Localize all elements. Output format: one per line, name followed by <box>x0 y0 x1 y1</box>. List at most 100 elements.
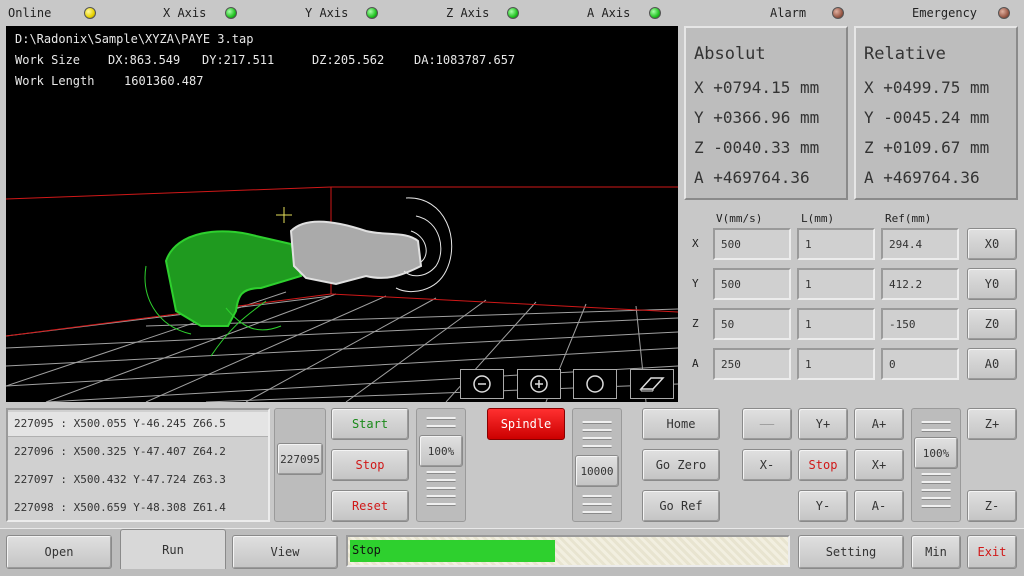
z-velocity-field[interactable]: 50 <box>713 308 791 340</box>
exit-button[interactable]: Exit <box>967 535 1017 569</box>
slider-tick <box>921 473 951 476</box>
progress-status-text: Stop <box>352 543 381 557</box>
jog-a-minus-button[interactable]: A- <box>854 490 904 522</box>
a-ref-field[interactable]: 0 <box>881 348 959 380</box>
y-axis-label: Y Axis <box>305 6 349 20</box>
start-button[interactable]: Start <box>331 408 409 440</box>
slider-tick <box>921 497 951 500</box>
zoom-in-button[interactable] <box>517 369 561 399</box>
jog-y-minus-button[interactable]: Y- <box>798 490 848 522</box>
velocity-header: V(mm/s) <box>716 212 763 225</box>
relative-a: A +469764.36 <box>864 168 980 187</box>
jog-x-minus-button[interactable]: X- <box>742 449 792 481</box>
jog-x-plus-button[interactable]: X+ <box>854 449 904 481</box>
jog-y-plus-button[interactable]: Y+ <box>798 408 848 440</box>
line-number-slider[interactable]: 227095 <box>274 408 326 522</box>
row-label-a: A <box>692 357 699 370</box>
slider-tick <box>426 503 456 506</box>
setting-button[interactable]: Setting <box>798 535 904 569</box>
z-ref-field[interactable]: -150 <box>881 308 959 340</box>
toolpath-render <box>6 186 678 402</box>
slider-tick <box>582 503 612 506</box>
a-axis-indicator-icon <box>649 7 661 19</box>
row-label-z: Z <box>692 317 699 330</box>
x-axis-indicator-icon <box>225 7 237 19</box>
a-length-field[interactable]: 1 <box>797 348 875 380</box>
list-item[interactable]: 227097 : X500.432 Y-47.724 Z63.3 <box>14 473 226 486</box>
spindle-speed-handle[interactable]: 10000 <box>575 455 619 487</box>
view-button[interactable]: View <box>232 535 338 569</box>
slider-tick <box>582 495 612 498</box>
gcode-line-list[interactable]: 227095 : X500.055 Y-46.245 Z66.5 227096 … <box>6 408 270 522</box>
go-zero-button[interactable]: Go Zero <box>642 449 720 481</box>
slider-tick <box>921 429 951 432</box>
spindle-speed-slider[interactable]: 10000 <box>572 408 622 522</box>
open-button[interactable]: Open <box>6 535 112 569</box>
go-ref-button[interactable]: Go Ref <box>642 490 720 522</box>
work-size-da: DA:1083787.657 <box>414 53 516 67</box>
a-zero-button[interactable]: A0 <box>967 348 1017 380</box>
slider-tick <box>426 471 456 474</box>
y-zero-button[interactable]: Y0 <box>967 268 1017 300</box>
x-ref-field[interactable]: 294.4 <box>881 228 959 260</box>
jog-blank-button[interactable]: —— <box>742 408 792 440</box>
x-zero-button[interactable]: X0 <box>967 228 1017 260</box>
z-length-field[interactable]: 1 <box>797 308 875 340</box>
ref-header: Ref(mm) <box>885 212 932 225</box>
zoom-in-icon <box>530 375 548 393</box>
toolpath-viewport[interactable]: D:\Radonix\Sample\XYZA\PAYE 3.tap Work S… <box>6 26 678 402</box>
list-item[interactable]: 227098 : X500.659 Y-48.308 Z61.4 <box>14 501 226 514</box>
z-axis-indicator-icon <box>507 7 519 19</box>
home-button[interactable]: Home <box>642 408 720 440</box>
z-zero-button[interactable]: Z0 <box>967 308 1017 340</box>
a-velocity-field[interactable]: 250 <box>713 348 791 380</box>
reset-button[interactable]: Reset <box>331 490 409 522</box>
feed-override-slider[interactable]: 100% <box>416 408 466 522</box>
y-velocity-field[interactable]: 500 <box>713 268 791 300</box>
file-path: D:\Radonix\Sample\XYZA\PAYE 3.tap <box>15 32 254 46</box>
slider-tick <box>582 421 612 424</box>
row-label-x: X <box>692 237 699 250</box>
jog-a-plus-button[interactable]: A+ <box>854 408 904 440</box>
minimize-button[interactable]: Min <box>911 535 961 569</box>
work-size-dz: DZ:205.562 <box>312 53 385 67</box>
list-item[interactable]: 227095 : X500.055 Y-46.245 Z66.5 <box>14 417 226 430</box>
jog-override-slider[interactable]: 100% <box>911 408 961 522</box>
jog-z-plus-button[interactable]: Z+ <box>967 408 1017 440</box>
slider-tick <box>921 421 951 424</box>
spindle-button[interactable]: Spindle <box>487 408 565 440</box>
absolute-position-panel: Absolut X +0794.15 mm Y +0366.96 mm Z -0… <box>684 26 848 200</box>
x-velocity-field[interactable]: 500 <box>713 228 791 260</box>
absolute-a: A +469764.36 <box>694 168 810 187</box>
iso-view-icon <box>639 377 665 392</box>
tab-run[interactable]: Run <box>120 529 226 569</box>
relative-position-panel: Relative X +0499.75 mm Y -0045.24 mm Z +… <box>854 26 1018 200</box>
slider-tick <box>582 437 612 440</box>
slider-tick <box>426 479 456 482</box>
list-item[interactable]: 227096 : X500.325 Y-47.407 Z64.2 <box>14 445 226 458</box>
x-axis-label: X Axis <box>163 6 207 20</box>
slider-tick <box>921 489 951 492</box>
feed-override-handle[interactable]: 100% <box>419 435 463 467</box>
slider-tick <box>582 429 612 432</box>
work-length-label: Work Length <box>15 74 95 88</box>
relative-y: Y -0045.24 mm <box>864 108 990 127</box>
zoom-out-button[interactable] <box>460 369 504 399</box>
jog-override-handle[interactable]: 100% <box>914 437 958 469</box>
jog-stop-button[interactable]: Stop <box>798 449 848 481</box>
relative-z: Z +0109.67 mm <box>864 138 990 157</box>
y-ref-field[interactable]: 412.2 <box>881 268 959 300</box>
online-indicator-icon <box>84 7 96 19</box>
online-label: Online <box>8 6 52 20</box>
x-length-field[interactable]: 1 <box>797 228 875 260</box>
line-number-handle[interactable]: 227095 <box>277 443 323 475</box>
relative-x: X +0499.75 mm <box>864 78 990 97</box>
iso-view-button[interactable] <box>630 369 674 399</box>
fit-view-button[interactable] <box>573 369 617 399</box>
circle-view-icon <box>586 375 604 393</box>
emergency-indicator-icon <box>998 7 1010 19</box>
absolute-z: Z -0040.33 mm <box>694 138 820 157</box>
stop-button[interactable]: Stop <box>331 449 409 481</box>
jog-z-minus-button[interactable]: Z- <box>967 490 1017 522</box>
y-length-field[interactable]: 1 <box>797 268 875 300</box>
